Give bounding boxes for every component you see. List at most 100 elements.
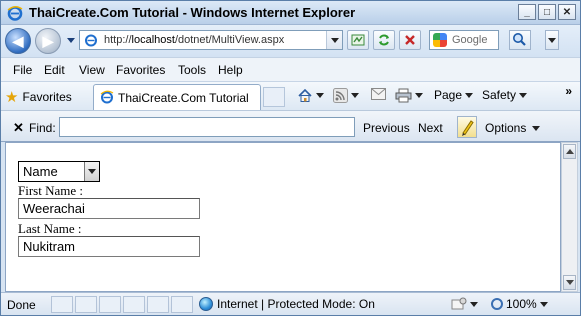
chevron-down-icon: [539, 301, 548, 307]
recent-pages-dropdown-icon[interactable]: [67, 38, 75, 43]
menu-favorites[interactable]: Favorites: [116, 63, 165, 77]
print-button[interactable]: [395, 88, 423, 103]
status-panel: [123, 296, 145, 313]
find-label: Find:: [29, 121, 56, 135]
ie-logo-icon: [7, 6, 23, 21]
status-panel: [171, 296, 193, 313]
status-panel: [147, 296, 169, 313]
chevron-down-icon: [351, 93, 359, 98]
arrow-up-icon: [565, 149, 574, 154]
chevron-down-icon: [88, 169, 96, 174]
zoom-icon: [491, 298, 503, 310]
chevron-down-icon: [465, 92, 474, 98]
last-name-label: Last Name :: [18, 221, 82, 236]
search-placeholder: Google: [452, 34, 488, 46]
menu-tools[interactable]: Tools: [178, 63, 206, 77]
popup-blocker-icon: [451, 297, 467, 310]
refresh-button[interactable]: [373, 30, 395, 50]
page-menu-button[interactable]: Page: [434, 88, 474, 102]
new-tab-button[interactable]: [263, 87, 285, 107]
chevron-down-icon: [330, 37, 339, 43]
globe-icon: [199, 297, 213, 311]
rss-icon: [333, 88, 348, 103]
search-input[interactable]: Google: [429, 30, 499, 50]
address-bar[interactable]: http://localhost/dotnet/MultiView.aspx: [79, 30, 343, 50]
status-panel: [51, 296, 73, 313]
toolbar-overflow-button[interactable]: »: [565, 84, 572, 98]
feeds-button[interactable]: [333, 88, 359, 103]
forward-button[interactable]: ▶: [35, 28, 61, 54]
menu-bar: File Edit View Favorites Tools Help: [1, 57, 580, 81]
status-panel: [99, 296, 121, 313]
ie-tab-icon: [100, 90, 114, 104]
google-logo-icon: [433, 33, 447, 47]
page-ie-icon: [85, 34, 97, 47]
safety-menu-button[interactable]: Safety: [482, 88, 528, 102]
refresh-icon: [379, 34, 389, 46]
address-dropdown-button[interactable]: [326, 31, 342, 49]
chevron-down-icon: [532, 125, 541, 131]
find-next-button[interactable]: Next: [418, 121, 443, 135]
menu-view[interactable]: View: [79, 63, 105, 77]
find-input[interactable]: [59, 117, 355, 137]
search-options-button[interactable]: [545, 30, 559, 50]
minimize-button[interactable]: _: [518, 4, 536, 20]
star-icon: ★: [5, 88, 19, 106]
status-panel: [75, 296, 97, 313]
mail-icon: [371, 88, 386, 100]
find-options-button[interactable]: Options: [485, 121, 541, 135]
zoom-level: 100%: [506, 297, 537, 311]
title-bar: ThaiCreate.Com Tutorial - Windows Intern…: [1, 1, 580, 25]
browser-window: ThaiCreate.Com Tutorial - Windows Intern…: [0, 0, 581, 316]
search-icon: [513, 33, 526, 46]
home-button[interactable]: [297, 88, 324, 103]
stop-button[interactable]: [399, 30, 421, 50]
security-zone-label: Internet | Protected Mode: On: [217, 297, 375, 311]
address-url[interactable]: http://localhost/dotnet/MultiView.aspx: [104, 34, 284, 46]
compatibility-view-button[interactable]: [347, 30, 369, 50]
stop-icon: [405, 35, 415, 45]
scroll-up-button[interactable]: [563, 144, 576, 159]
read-mail-button[interactable]: [371, 88, 386, 100]
highlight-all-button[interactable]: [457, 116, 477, 138]
first-name-field[interactable]: [18, 198, 200, 219]
tab-thaicreate[interactable]: ThaiCreate.Com Tutorial: [93, 84, 261, 110]
tab-title: ThaiCreate.Com Tutorial: [118, 91, 249, 105]
back-button[interactable]: ◀: [5, 28, 31, 54]
security-zone[interactable]: Internet | Protected Mode: On: [199, 297, 375, 311]
menu-edit[interactable]: Edit: [44, 63, 65, 77]
close-find-icon[interactable]: ✕: [13, 120, 24, 136]
view-select-dropdown-button[interactable]: [84, 162, 99, 181]
first-name-label: First Name :: [18, 183, 83, 198]
favorites-label: Favorites: [22, 90, 72, 104]
status-text: Done: [7, 298, 36, 312]
zoom-button[interactable]: 100%: [491, 297, 548, 311]
last-name-field[interactable]: [18, 236, 200, 257]
find-previous-button[interactable]: Previous: [363, 121, 410, 135]
chevron-down-icon: [470, 301, 478, 307]
vertical-scrollbar[interactable]: [561, 142, 578, 292]
page-content: Name First Name : Last Name :: [5, 142, 561, 292]
arrow-down-icon: [565, 280, 574, 285]
safety-menu-label: Safety: [482, 88, 517, 102]
search-button[interactable]: [509, 30, 531, 50]
favorites-button[interactable]: ★ Favorites: [5, 87, 72, 107]
maximize-button[interactable]: □: [538, 4, 556, 20]
compatibility-icon: [351, 34, 365, 46]
chevron-down-icon: [519, 92, 528, 98]
address-row: ◀ ▶ http://localhost/dotnet/MultiView.as…: [1, 25, 580, 57]
scroll-down-button[interactable]: [563, 275, 576, 290]
menu-file[interactable]: File: [13, 63, 32, 77]
page-menu-label: Page: [434, 88, 463, 102]
view-select-value: Name: [23, 164, 58, 179]
chevron-down-icon: [316, 93, 324, 98]
popup-blocker-button[interactable]: [451, 297, 478, 311]
status-bar: Done Internet | Protected Mode: On 100%: [1, 292, 580, 315]
window-title: ThaiCreate.Com Tutorial - Windows Intern…: [29, 5, 356, 20]
menu-help[interactable]: Help: [218, 63, 243, 77]
find-bar: ✕ Find: Previous Next Options: [1, 110, 580, 142]
find-options-label: Options: [485, 121, 527, 135]
close-window-button[interactable]: ✕: [558, 4, 576, 20]
view-select[interactable]: Name: [18, 161, 100, 182]
highlighter-icon: [462, 120, 474, 136]
